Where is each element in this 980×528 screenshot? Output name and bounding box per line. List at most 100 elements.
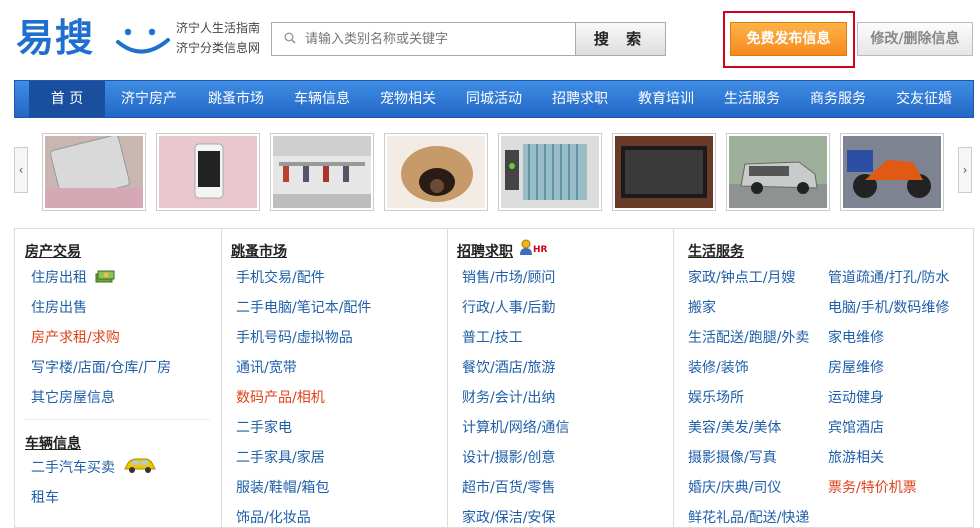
- link-life-item[interactable]: 宾馆酒店: [828, 417, 884, 437]
- link-job-item[interactable]: 超市/百货/零售: [462, 477, 555, 497]
- phone-photo-icon: [159, 136, 257, 208]
- link-job-item[interactable]: 普工/技工: [462, 327, 523, 347]
- search-input[interactable]: [305, 23, 570, 55]
- link-job-item[interactable]: 销售/市场/顾问: [462, 267, 555, 287]
- slogan: 济宁人生活指南 济宁分类信息网: [176, 18, 260, 58]
- column-divider: [221, 229, 222, 527]
- link-life-item[interactable]: 电脑/手机/数码维修: [828, 297, 949, 317]
- link-car-rental[interactable]: 租车: [31, 487, 59, 507]
- link-life-item[interactable]: 旅游相关: [828, 447, 884, 467]
- link-job-item[interactable]: 财务/会计/出纳: [462, 387, 555, 407]
- link-flea-item[interactable]: 服装/鞋帽/箱包: [236, 477, 329, 497]
- site-logo[interactable]: 易搜: [16, 12, 170, 64]
- nav-item-flea[interactable]: 跳蚤市场: [193, 81, 279, 117]
- link-flea-item[interactable]: 数码产品/相机: [236, 387, 325, 407]
- category-title-life[interactable]: 生活服务: [688, 241, 744, 261]
- store-photo-icon: [273, 136, 371, 208]
- link-life-item[interactable]: 搬家: [688, 297, 716, 317]
- category-title-vehicle[interactable]: 车辆信息: [25, 433, 81, 453]
- link-flea-item[interactable]: 通讯/宽带: [236, 357, 297, 377]
- slogan-line-2: 济宁分类信息网: [176, 41, 261, 55]
- link-life-item[interactable]: 摄影摄像/写真: [688, 447, 777, 467]
- search-icon: [284, 32, 296, 44]
- link-job-item[interactable]: 设计/摄影/创意: [462, 447, 555, 467]
- logo-text: 易搜: [16, 16, 95, 60]
- carousel-thumb[interactable]: [840, 133, 944, 211]
- link-life-item[interactable]: 装修/装饰: [688, 357, 749, 377]
- column-divider: [447, 229, 448, 527]
- link-house-rent[interactable]: 住房出租: [31, 267, 115, 287]
- link-house-wanted[interactable]: 房产求租/求购: [31, 327, 120, 347]
- link-job-item[interactable]: 家政/保洁/安保: [462, 507, 555, 527]
- search-button[interactable]: 搜 索: [575, 22, 666, 56]
- carousel-thumb[interactable]: [384, 133, 488, 211]
- nav-item-home[interactable]: 首 页: [29, 81, 105, 117]
- smile-icon: [116, 28, 170, 54]
- link-life-item[interactable]: 生活配送/跑腿/外卖: [688, 327, 809, 347]
- nav-item-vehicle[interactable]: 车辆信息: [279, 81, 365, 117]
- link-flea-item[interactable]: 二手家电: [236, 417, 292, 437]
- carousel-thumb[interactable]: [156, 133, 260, 211]
- link-used-car[interactable]: 二手汽车买卖: [31, 457, 157, 477]
- pet-bed-photo-icon: [387, 136, 485, 208]
- slogan-line-1: 济宁人生活指南: [176, 21, 261, 35]
- link-life-item[interactable]: 娱乐场所: [688, 387, 744, 407]
- carousel-thumb[interactable]: [42, 133, 146, 211]
- category-panel: 房产交易 住房出租 住房出售 房产求租/求购 写字楼/店面/仓库/厂房 其它房屋…: [14, 228, 974, 528]
- carousel-thumb[interactable]: [498, 133, 602, 211]
- carousel-prev-button[interactable]: ‹: [14, 147, 28, 193]
- carousel-thumb[interactable]: [726, 133, 830, 211]
- link-label: 住房出租: [31, 270, 87, 286]
- edit-delete-button[interactable]: 修改/删除信息: [857, 22, 973, 56]
- nav-item-realestate[interactable]: 济宁房产: [105, 81, 193, 117]
- car-icon: [124, 458, 157, 473]
- category-title-realestate[interactable]: 房产交易: [25, 241, 81, 261]
- link-life-item[interactable]: 票务/特价机票: [828, 477, 917, 497]
- tv-photo-icon: [615, 136, 713, 208]
- link-job-item[interactable]: 行政/人事/后勤: [462, 297, 555, 317]
- link-life-item[interactable]: 运动健身: [828, 387, 884, 407]
- category-title-label: 招聘求职: [457, 244, 513, 260]
- nav-item-jobs[interactable]: 招聘求职: [537, 81, 623, 117]
- nav-item-business[interactable]: 商务服务: [795, 81, 881, 117]
- main-nav: 首 页 济宁房产 跳蚤市场 车辆信息 宠物相关 同城活动 招聘求职 教育培训 生…: [14, 80, 974, 118]
- hr-badge-text: HR: [533, 245, 548, 255]
- link-job-item[interactable]: 餐饮/酒店/旅游: [462, 357, 555, 377]
- link-office-shop[interactable]: 写字楼/店面/仓库/厂房: [31, 357, 171, 377]
- link-life-item[interactable]: 家政/钟点工/月嫂: [688, 267, 795, 287]
- link-life-item[interactable]: 房屋维修: [828, 357, 884, 377]
- tablet-photo-icon: [45, 134, 143, 208]
- section-divider: [25, 419, 210, 420]
- link-life-item[interactable]: 美容/美发/美体: [688, 417, 781, 437]
- link-flea-item[interactable]: 手机交易/配件: [236, 267, 325, 287]
- link-flea-item[interactable]: 饰品/化妆品: [236, 507, 311, 527]
- nav-item-education[interactable]: 教育培训: [623, 81, 709, 117]
- carousel-next-button[interactable]: ›: [958, 147, 972, 193]
- link-other-housing[interactable]: 其它房屋信息: [31, 387, 115, 407]
- category-title-flea[interactable]: 跳蚤市场: [231, 241, 287, 261]
- carousel-thumb[interactable]: [612, 133, 716, 211]
- nav-item-pets[interactable]: 宠物相关: [365, 81, 451, 117]
- link-life-item[interactable]: 婚庆/庆典/司仪: [688, 477, 781, 497]
- link-life-item[interactable]: 家电维修: [828, 327, 884, 347]
- motorbike-photo-icon: [843, 136, 941, 208]
- hr-badge-icon: HR: [519, 239, 553, 259]
- link-label: 二手汽车买卖: [31, 460, 115, 476]
- link-house-sale[interactable]: 住房出售: [31, 297, 87, 317]
- column-divider: [673, 229, 674, 527]
- link-life-item[interactable]: 管道疏通/打孔/防水: [828, 267, 949, 287]
- bird-cage-photo-icon: [501, 136, 599, 208]
- money-icon: [95, 270, 115, 283]
- link-flea-item[interactable]: 二手电脑/笔记本/配件: [236, 297, 371, 317]
- search-box: [271, 22, 576, 56]
- link-life-item[interactable]: 鲜花礼品/配送/快递: [688, 507, 809, 527]
- nav-item-dating[interactable]: 交友征婚: [881, 81, 967, 117]
- post-info-button[interactable]: 免费发布信息: [730, 22, 847, 56]
- nav-item-events[interactable]: 同城活动: [451, 81, 537, 117]
- link-flea-item[interactable]: 二手家具/家居: [236, 447, 325, 467]
- link-flea-item[interactable]: 手机号码/虚拟物品: [236, 327, 353, 347]
- category-title-jobs[interactable]: 招聘求职: [457, 241, 513, 261]
- carousel-thumb[interactable]: [270, 133, 374, 211]
- nav-item-life[interactable]: 生活服务: [709, 81, 795, 117]
- link-job-item[interactable]: 计算机/网络/通信: [462, 417, 569, 437]
